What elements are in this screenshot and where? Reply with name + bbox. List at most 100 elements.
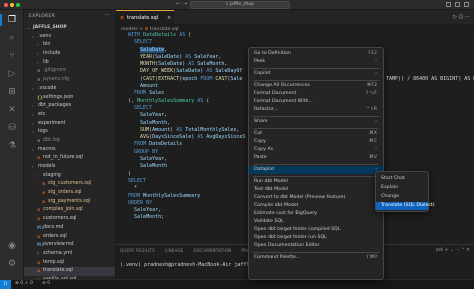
menu-item-open-documentation-editor[interactable]: Open Documentation Editor: [249, 242, 383, 250]
menu-item-test-dbt-model[interactable]: Test dbt Model: [249, 186, 383, 194]
tree-file[interactable]: ≋ complex_join.sql: [24, 206, 115, 215]
extensions-icon[interactable]: ⊞: [6, 86, 18, 98]
remote-indicator-icon[interactable]: ⟩⟨: [0, 280, 11, 289]
tree-folder[interactable]: › experiment: [24, 120, 115, 129]
database-icon[interactable]: ⛁: [6, 122, 18, 134]
editor-more-icon[interactable]: ⋯: [465, 14, 470, 20]
menu-item-open-dbt-target-folder-compiled-sql[interactable]: Open dbt target folder compiled SQL: [249, 226, 383, 234]
menu-item-convert-to-dbt-model-preview-feature[interactable]: Convert to dbt Model (Preview feature): [249, 194, 383, 202]
menu-item-command-palette[interactable]: Command Palette... ⇧⌘P: [249, 254, 383, 262]
menu-item-copilot[interactable]: Copilot ›: [249, 70, 383, 78]
tree-file[interactable]: ≋ stg_customers.sql: [24, 180, 115, 189]
menu-item-copy-as[interactable]: Copy As ›: [249, 146, 383, 154]
more-actions-icon[interactable]: ⋯: [105, 12, 110, 18]
tree-folder[interactable]: › macros: [24, 146, 115, 155]
explorer-icon[interactable]: ❐: [0, 14, 18, 26]
panel-tab-documentation[interactable]: DOCUMENTATION: [194, 248, 232, 253]
tree-file[interactable]: ≋ customers.sql: [24, 215, 115, 224]
toggle-panel-icon[interactable]: [455, 2, 460, 7]
submenu-chevron-icon: ›: [375, 119, 377, 124]
tree-folder[interactable]: › models: [24, 163, 115, 172]
account-icon[interactable]: ◉: [6, 240, 18, 252]
menu-item-peek[interactable]: Peek ›: [249, 58, 383, 66]
problems-indicator[interactable]: ⊗ 0 ⚠ 0: [15, 281, 33, 286]
tree-folder[interactable]: › include: [24, 50, 115, 59]
close-tab-icon[interactable]: ×: [167, 15, 171, 21]
tree-folder[interactable]: › etc: [24, 111, 115, 120]
code-token: AS: [194, 97, 207, 104]
tree-folder[interactable]: › logs: [24, 128, 115, 137]
chevron-icon: ›: [32, 129, 34, 135]
tree-folder[interactable]: › .vscode: [24, 85, 115, 94]
menu-item-run-dbt-model[interactable]: Run dbt Model: [249, 178, 383, 186]
tree-folder[interactable]: ⌄ JAFFLE_SHOP: [24, 24, 115, 33]
tree-item-label: JAFFLE_SHOP: [33, 25, 67, 30]
tree-file[interactable]: ! schema.yml: [24, 250, 115, 259]
split-editor-icon[interactable]: ◫: [459, 14, 464, 20]
submenu-item-label: Translate (SQL Dialect): [381, 203, 435, 208]
tree-folder[interactable]: › staging: [24, 172, 115, 181]
menu-item-cut[interactable]: Cut ⌘X: [249, 130, 383, 138]
submenu-item-translate-sql-dialect[interactable]: Translate (SQL Dialect): [376, 202, 435, 210]
menu-item-change-all-occurrences[interactable]: Change All Occurrences ⌘F2: [249, 82, 383, 90]
zoom-window-button[interactable]: [16, 3, 20, 7]
tree-file[interactable]: ≋ not_in_future.sql: [24, 154, 115, 163]
menu-item-paste[interactable]: Paste ⌘V: [249, 154, 383, 162]
code-token: AS: [197, 134, 207, 141]
tree-folder[interactable]: › .venv: [24, 33, 115, 42]
testing-icon[interactable]: ⚗: [6, 140, 18, 152]
minimize-window-button[interactable]: [10, 3, 14, 7]
tree-file[interactable]: ≡ dbt.log: [24, 137, 115, 146]
tree-file[interactable]: ≡ .gitignore: [24, 67, 115, 76]
tree-folder[interactable]: › bin: [24, 41, 115, 50]
menu-item-go-to-definition[interactable]: Go to Definition F12: [249, 50, 383, 58]
tree-folder[interactable]: › dbt_packages: [24, 102, 115, 111]
menu-item-estimate-cost-for-bigquery[interactable]: Estimate cost for BigQuery: [249, 210, 383, 218]
submenu-item-explain[interactable]: Explain: [376, 184, 428, 192]
tree-item-label: staging: [43, 172, 61, 178]
menu-item-validate-sql[interactable]: Validate SQL: [249, 218, 383, 226]
close-window-button[interactable]: [4, 3, 8, 7]
submenu-item-change[interactable]: Change: [376, 193, 428, 201]
dbt-icon[interactable]: ✕: [6, 104, 18, 116]
command-center-search[interactable]: ⌕ jaffle_shop: [190, 1, 290, 9]
ports-indicator[interactable]: ⊘ 0: [42, 281, 50, 286]
panel-tab-query-results[interactable]: QUERY RESULTS: [120, 248, 155, 253]
terminal-controls[interactable]: zsh + ⌄ ⋯ ⌃ ✕: [436, 248, 470, 253]
tree-file[interactable]: ≋ stg_payments.sql: [24, 198, 115, 207]
menu-item-format-document-with[interactable]: Format Document With...: [249, 98, 383, 106]
tab-translate-sql[interactable]: ≋ translate.sql ×: [116, 10, 174, 25]
code-token: ;: [161, 214, 165, 221]
menu-item-format-document[interactable]: Format Document ⇧⌥F: [249, 90, 383, 98]
tree-file[interactable]: M↓ docs.md: [24, 224, 115, 233]
panel-tab-lineage[interactable]: LINEAGE: [165, 248, 184, 253]
menu-item-share[interactable]: Share ›: [249, 118, 383, 126]
tree-folder[interactable]: › lib: [24, 59, 115, 68]
source-control-icon[interactable]: ⑂: [6, 50, 18, 62]
terminal-prompt[interactable]: (.venv) pradnesh@pradnesh-MacBook-Air ja…: [120, 262, 252, 268]
tree-file[interactable]: {} settings.json: [24, 94, 115, 103]
forward-arrow-icon[interactable]: →: [183, 1, 187, 7]
run-debug-icon[interactable]: ▷: [6, 68, 18, 80]
customize-layout-icon[interactable]: [464, 2, 469, 7]
toggle-sidebar-icon[interactable]: [446, 2, 451, 7]
tree-file[interactable]: ≋ stg_orders.sql: [24, 189, 115, 198]
run-icon[interactable]: ▷: [453, 14, 457, 20]
tree-item-label: stg_payments.sql: [48, 198, 91, 204]
tree-file[interactable]: M↓ overview.md: [24, 241, 115, 250]
submenu-item-start-chat[interactable]: Start Chat: [376, 175, 428, 183]
menu-item-compile-dbt-model[interactable]: Compile dbt Model: [249, 202, 383, 210]
tree-file[interactable]: ≋ orders.sql: [24, 233, 115, 242]
menu-item-copy[interactable]: Copy ⌘C: [249, 138, 383, 146]
manage-gear-icon[interactable]: ⚙: [6, 258, 18, 270]
tree-file[interactable]: ≋ temp.sql: [24, 259, 115, 268]
tree-file[interactable]: ≡ pyvenv.cfg: [24, 76, 115, 85]
search-icon[interactable]: ⌕: [6, 32, 18, 44]
menu-item-refactor[interactable]: Refactor... ^⇧R: [249, 106, 383, 114]
tree-file[interactable]: ≋ translate.sql: [24, 267, 115, 276]
menu-item-open-dbt-target-folder-run-sql[interactable]: Open dbt target folder run SQL: [249, 234, 383, 242]
back-arrow-icon[interactable]: ←: [176, 1, 180, 7]
menu-item-dataplot[interactable]: Dataplot ›: [249, 166, 383, 174]
